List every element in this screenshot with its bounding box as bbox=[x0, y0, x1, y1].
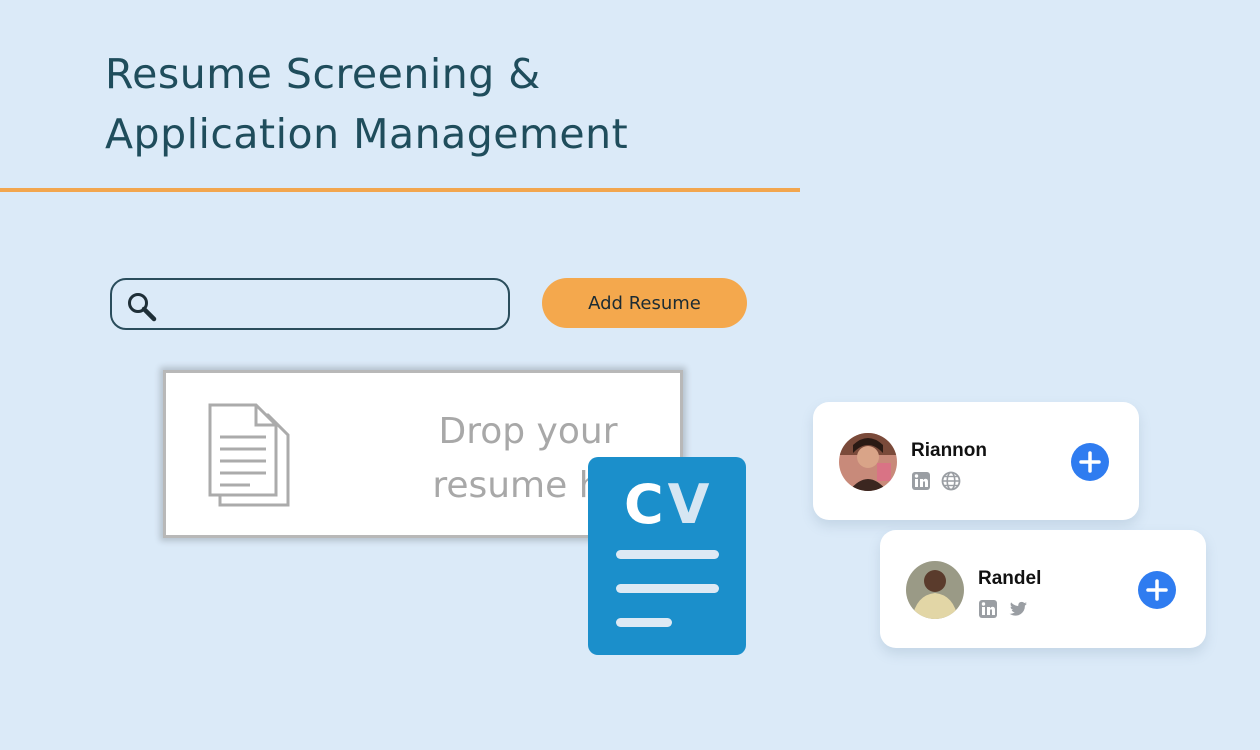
add-resume-button[interactable]: Add Resume bbox=[542, 278, 747, 328]
document-icon bbox=[208, 403, 290, 507]
search-bar[interactable] bbox=[110, 278, 510, 330]
cv-line-2 bbox=[616, 584, 719, 593]
page-title: Resume Screening & Application Managemen… bbox=[105, 44, 628, 164]
cv-letter-v: V bbox=[667, 473, 714, 536]
candidate-card-riannon[interactable]: Riannon bbox=[813, 402, 1139, 520]
avatar bbox=[839, 433, 897, 491]
candidate-name: Riannon bbox=[911, 440, 987, 461]
cv-letter-c: C bbox=[624, 473, 668, 536]
cv-badge: CV bbox=[588, 457, 746, 655]
title-divider bbox=[0, 188, 800, 192]
social-links bbox=[911, 471, 961, 491]
search-input[interactable] bbox=[168, 288, 502, 322]
plus-icon bbox=[1146, 579, 1168, 601]
title-line-1: Resume Screening & bbox=[105, 50, 541, 98]
social-links bbox=[978, 599, 1028, 619]
candidate-name: Randel bbox=[978, 568, 1042, 589]
cv-line-1 bbox=[616, 550, 719, 559]
dropzone-line-1: Drop your bbox=[438, 411, 618, 452]
globe-icon[interactable] bbox=[941, 471, 961, 491]
twitter-icon[interactable] bbox=[1008, 599, 1028, 619]
title-line-2: Application Management bbox=[105, 110, 629, 158]
linkedin-icon[interactable] bbox=[911, 471, 931, 491]
add-candidate-button[interactable] bbox=[1138, 571, 1176, 609]
plus-icon bbox=[1079, 451, 1101, 473]
linkedin-icon[interactable] bbox=[978, 599, 998, 619]
cv-line-3 bbox=[616, 618, 672, 627]
search-icon bbox=[128, 293, 157, 322]
candidate-card-randel[interactable]: Randel bbox=[880, 530, 1206, 648]
avatar bbox=[906, 561, 964, 619]
add-candidate-button[interactable] bbox=[1071, 443, 1109, 481]
cv-letters: CV bbox=[624, 473, 713, 536]
